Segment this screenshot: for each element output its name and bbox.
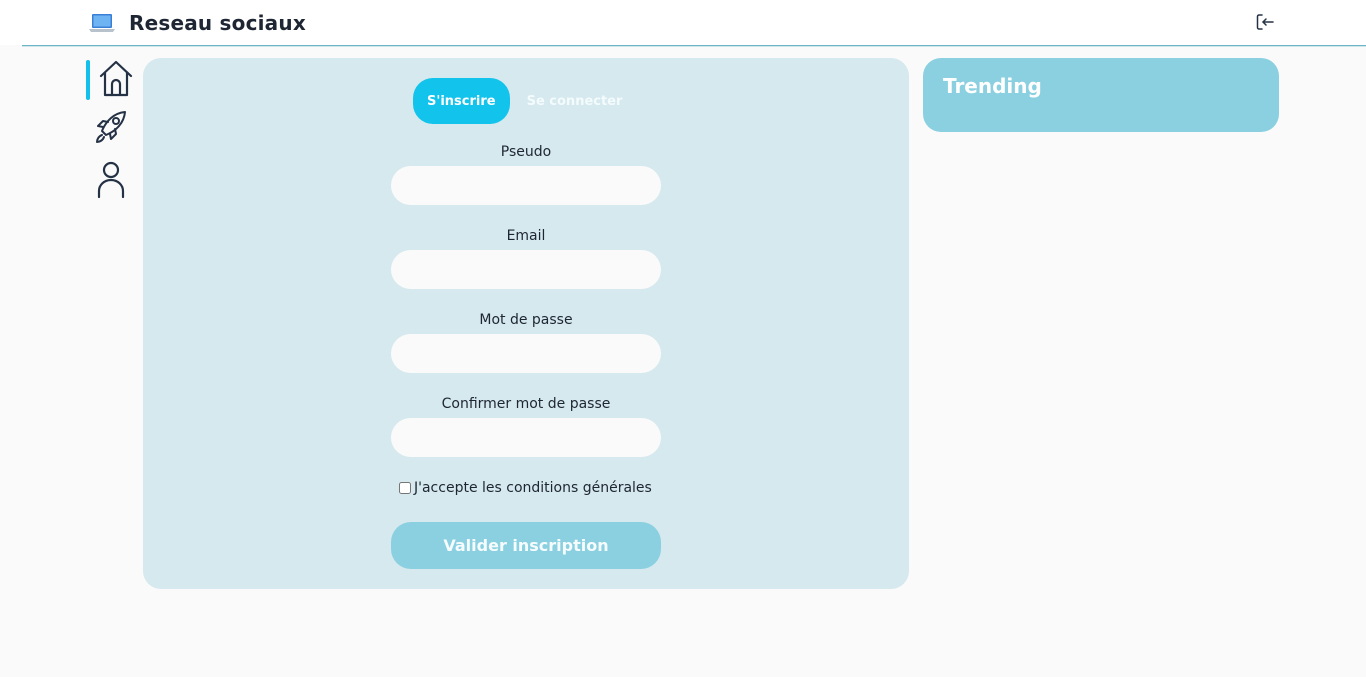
app-title: Reseau sociaux	[129, 11, 306, 35]
submit-signup-button[interactable]: Valider inscription	[391, 522, 661, 569]
email-field: Email	[391, 227, 661, 289]
pseudo-label: Pseudo	[500, 144, 552, 160]
trending-title: Trending	[943, 74, 1042, 98]
user-icon	[96, 160, 126, 200]
email-label: Email	[506, 228, 546, 244]
side-nav	[86, 58, 136, 208]
password-input[interactable]	[391, 334, 661, 373]
tab-signup[interactable]: S'inscrire	[413, 78, 510, 124]
active-indicator	[86, 60, 90, 100]
pseudo-field: Pseudo	[391, 143, 661, 205]
app-page: Reseau sociaux S'inscrire Se connecter P…	[0, 0, 1366, 677]
password-label: Mot de passe	[479, 312, 573, 328]
home-icon	[88, 58, 134, 98]
trending-panel: Trending	[923, 58, 1279, 132]
terms-row[interactable]: J'accepte les conditions générales	[399, 478, 652, 498]
email-input[interactable]	[391, 250, 661, 289]
logout-icon[interactable]	[1255, 12, 1275, 32]
confirm-password-label: Confirmer mot de passe	[441, 396, 611, 412]
pseudo-input[interactable]	[391, 166, 661, 205]
laptop-icon	[88, 11, 116, 35]
confirm-password-input[interactable]	[391, 418, 661, 457]
brand: Reseau sociaux	[88, 9, 306, 37]
nav-item-explore[interactable]	[86, 102, 136, 152]
terms-checkbox[interactable]	[399, 482, 411, 494]
auth-tabs: S'inscrire Se connecter	[413, 78, 636, 124]
nav-item-profile[interactable]	[86, 152, 136, 208]
rocket-icon	[94, 109, 128, 145]
top-header: Reseau sociaux	[0, 0, 1366, 45]
confirm-password-field: Confirmer mot de passe	[391, 395, 661, 457]
terms-label: J'accepte les conditions générales	[414, 480, 652, 496]
header-divider	[22, 45, 1366, 46]
signup-card: S'inscrire Se connecter Pseudo Email Mot…	[143, 58, 909, 589]
tab-login[interactable]: Se connecter	[513, 78, 637, 124]
password-field: Mot de passe	[391, 311, 661, 373]
nav-item-home[interactable]	[86, 58, 136, 102]
